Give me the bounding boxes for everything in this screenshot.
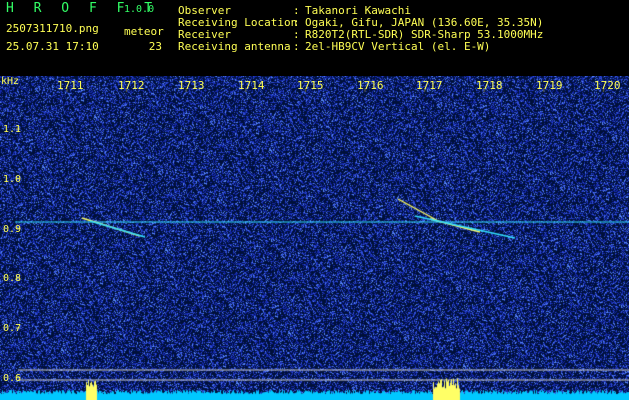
x-tick-label: 1719	[536, 79, 563, 92]
y-tick-label: 0.9	[3, 224, 22, 235]
y-tick-label: 0.7	[3, 323, 22, 334]
info-value-antenna: 2el-HB9CV Vertical (el. E-W)	[305, 40, 491, 53]
x-tick-label: 1716	[357, 79, 384, 92]
x-tick-label: 1714	[238, 79, 265, 92]
filename: 2507311710.png	[6, 22, 99, 35]
x-tick-label: 1715	[297, 79, 324, 92]
x-tick-label: 1717	[416, 79, 443, 92]
app-version: 1.0.0	[124, 4, 155, 15]
x-tick-label: 1713	[178, 79, 205, 92]
y-tick-label: 1.1	[3, 124, 22, 135]
timestamp: 25.07.31 17:10	[6, 40, 99, 53]
spectrogram-canvas	[0, 76, 629, 400]
info-separator: :	[293, 40, 300, 53]
x-tick-label: 1711	[57, 79, 84, 92]
info-label-antenna: Receiving antenna	[178, 40, 291, 53]
x-tick-label: 1720	[594, 79, 621, 92]
y-tick-label: 0.6	[3, 373, 22, 384]
y-tick-label: 0.8	[3, 273, 22, 284]
x-tick-label: 1718	[476, 79, 503, 92]
x-tick-label: 1712	[118, 79, 145, 92]
meteor-count: 23	[148, 40, 162, 53]
y-tick-label: 1.0	[3, 174, 22, 185]
meteor-label: meteor	[124, 25, 164, 38]
y-axis-unit: kHz	[1, 76, 20, 87]
